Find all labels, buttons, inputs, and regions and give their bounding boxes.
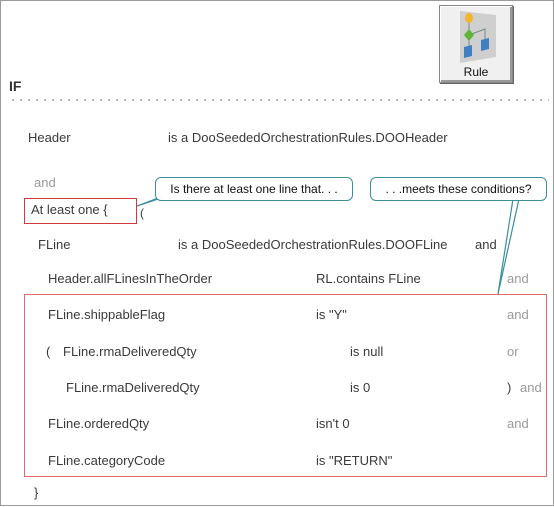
close-paren: ) xyxy=(507,380,512,395)
condition-left[interactable]: FLine.categoryCode xyxy=(48,453,165,469)
and-operator[interactable]: and xyxy=(34,175,56,191)
condition-left[interactable]: FLine.rmaDeliveredQty xyxy=(66,380,200,396)
rule-editor-panel: Rule IF Header is a DooSeededOrchestrati… xyxy=(0,0,554,506)
open-paren: ( xyxy=(46,344,51,359)
condition-operator[interactable]: RL.contains FLine xyxy=(316,271,421,287)
condition-conjunction[interactable]: and xyxy=(507,271,529,287)
at-least-one-quantifier[interactable]: At least one { xyxy=(31,202,108,218)
section-divider xyxy=(9,99,549,101)
condition-left[interactable]: FLine.shippableFlag xyxy=(48,307,165,323)
rule-button-label: Rule xyxy=(463,65,489,79)
header-variable[interactable]: Header xyxy=(28,130,71,146)
condition-conjunction[interactable]: and xyxy=(507,307,529,323)
callout-left: Is there at least one line that. . . xyxy=(155,177,353,201)
open-brace: ( xyxy=(140,206,144,220)
condition-operator[interactable]: is null xyxy=(350,344,383,360)
condition-left[interactable]: FLine.rmaDeliveredQty xyxy=(63,344,197,360)
condition-operator[interactable]: is 0 xyxy=(350,380,370,396)
condition-left[interactable]: Header.allFLinesInTheOrder xyxy=(48,271,212,287)
condition-operator[interactable]: is "Y" xyxy=(316,307,347,323)
condition-conjunction[interactable]: and xyxy=(520,380,542,396)
rule-flowchart-icon xyxy=(460,11,496,63)
condition-conjunction[interactable]: or xyxy=(507,344,519,360)
if-section-label: IF xyxy=(9,78,22,94)
close-brace: } xyxy=(34,485,39,500)
condition-operator[interactable]: is "RETURN" xyxy=(316,453,392,469)
fline-type[interactable]: is a DooSeededOrchestrationRules.DOOFLin… xyxy=(178,237,448,253)
header-type[interactable]: is a DooSeededOrchestrationRules.DOOHead… xyxy=(168,130,448,146)
condition-conjunction[interactable]: and xyxy=(507,416,529,432)
callout-right: . . .meets these conditions? xyxy=(370,177,547,201)
rule-button[interactable]: Rule xyxy=(439,5,513,83)
fline-variable[interactable]: FLine xyxy=(38,237,71,253)
condition-left[interactable]: FLine.orderedQty xyxy=(48,416,149,432)
fline-conjunction[interactable]: and xyxy=(475,237,497,253)
condition-operator[interactable]: isn't 0 xyxy=(316,416,350,432)
